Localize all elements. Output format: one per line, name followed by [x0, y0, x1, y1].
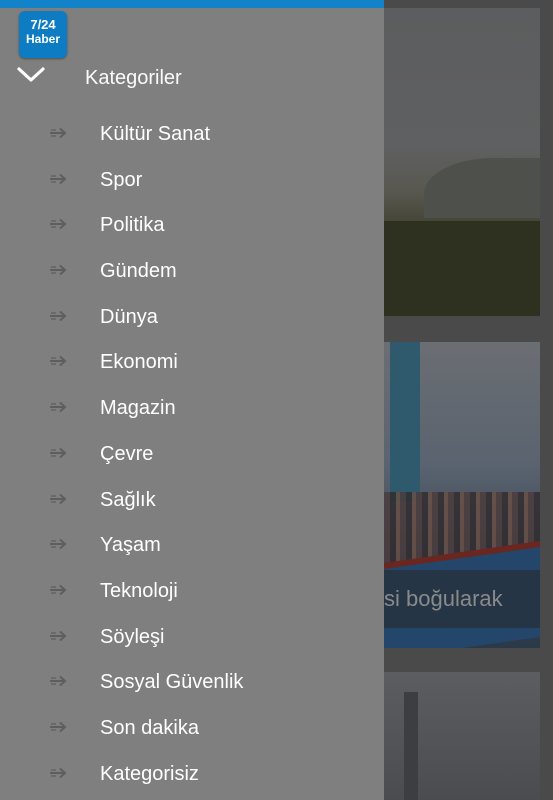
category-item-label: Yaşam [100, 534, 161, 557]
arrow-right-icon [50, 219, 67, 230]
category-item[interactable]: Kültür Sanat [0, 113, 384, 159]
arrow-right-icon [50, 493, 67, 504]
category-item-label: Sağlık [100, 488, 156, 511]
category-item[interactable]: Dünya [0, 296, 384, 342]
category-item-label: Teknoloji [100, 579, 178, 602]
category-item-label: Çevre [100, 442, 154, 465]
arrow-right-icon [50, 447, 67, 459]
category-item-label: Magazin [100, 397, 176, 420]
arrow-right-icon [50, 401, 67, 413]
arrow-right-icon [50, 173, 67, 184]
arrow-right-icon [50, 127, 67, 139]
drawer-top-bar [0, 0, 384, 8]
category-item[interactable]: Teknoloji [0, 570, 384, 616]
category-item-label: Spor [100, 168, 143, 191]
app-logo[interactable]: 7/24 Haber [19, 11, 67, 58]
news-image [390, 342, 420, 502]
news-image [404, 692, 418, 800]
category-item-label: Son dakika [100, 716, 199, 739]
category-item[interactable]: Son dakika [0, 707, 384, 753]
category-item[interactable]: Söyleşi [0, 616, 384, 662]
news-card-caption: si boğularak [384, 570, 540, 628]
arrow-right-icon [50, 584, 67, 596]
news-card[interactable] [384, 8, 540, 316]
category-item[interactable]: Kategorisiz [0, 753, 384, 799]
categories-header-label: Kategoriler [85, 67, 182, 89]
categories-header[interactable]: Kategoriler [0, 58, 384, 98]
arrow-right-icon [50, 630, 67, 641]
category-item[interactable]: Ekonomi [0, 341, 384, 387]
category-item[interactable]: Spor [0, 159, 384, 205]
category-item[interactable]: Magazin [0, 387, 384, 433]
category-item-label: Politika [100, 214, 165, 237]
category-item[interactable]: Sağlık [0, 479, 384, 525]
arrow-right-icon [50, 264, 67, 276]
category-item-label: Söyleşi [100, 625, 165, 648]
category-item[interactable]: Yaşam [0, 524, 384, 570]
category-item[interactable]: Politika [0, 204, 384, 250]
category-item-label: Ekonomi [100, 351, 178, 374]
category-item-label: Dünya [100, 305, 158, 328]
navigation-drawer: 7/24 Haber Kategoriler Kültür Sanat Spor [0, 0, 384, 800]
arrow-right-icon [50, 538, 67, 550]
news-image [424, 158, 540, 218]
category-item-label: Sosyal Güvenlik [100, 671, 244, 694]
category-item[interactable]: Çevre [0, 433, 384, 479]
category-item-label: Kategorisiz [100, 762, 199, 785]
arrow-right-icon [50, 310, 67, 321]
category-item-label: Gündem [100, 260, 177, 283]
chevron-down-icon [17, 67, 45, 82]
news-card[interactable]: si boğularak [384, 342, 540, 648]
arrow-right-icon [50, 767, 67, 778]
arrow-right-icon [50, 356, 67, 367]
category-item-label: Kültür Sanat [100, 123, 211, 145]
logo-text-line1: 7/24 [30, 17, 56, 32]
category-list: Kültür Sanat Spor Politika Gündem Dünya … [0, 113, 384, 798]
category-item[interactable]: Sosyal Güvenlik [0, 661, 384, 707]
news-image-trees [384, 221, 540, 316]
logo-text-line2: Haber [25, 32, 60, 46]
news-card[interactable] [384, 672, 540, 800]
category-item[interactable]: Gündem [0, 250, 384, 296]
arrow-right-icon [50, 676, 67, 687]
arrow-right-icon [50, 721, 67, 733]
